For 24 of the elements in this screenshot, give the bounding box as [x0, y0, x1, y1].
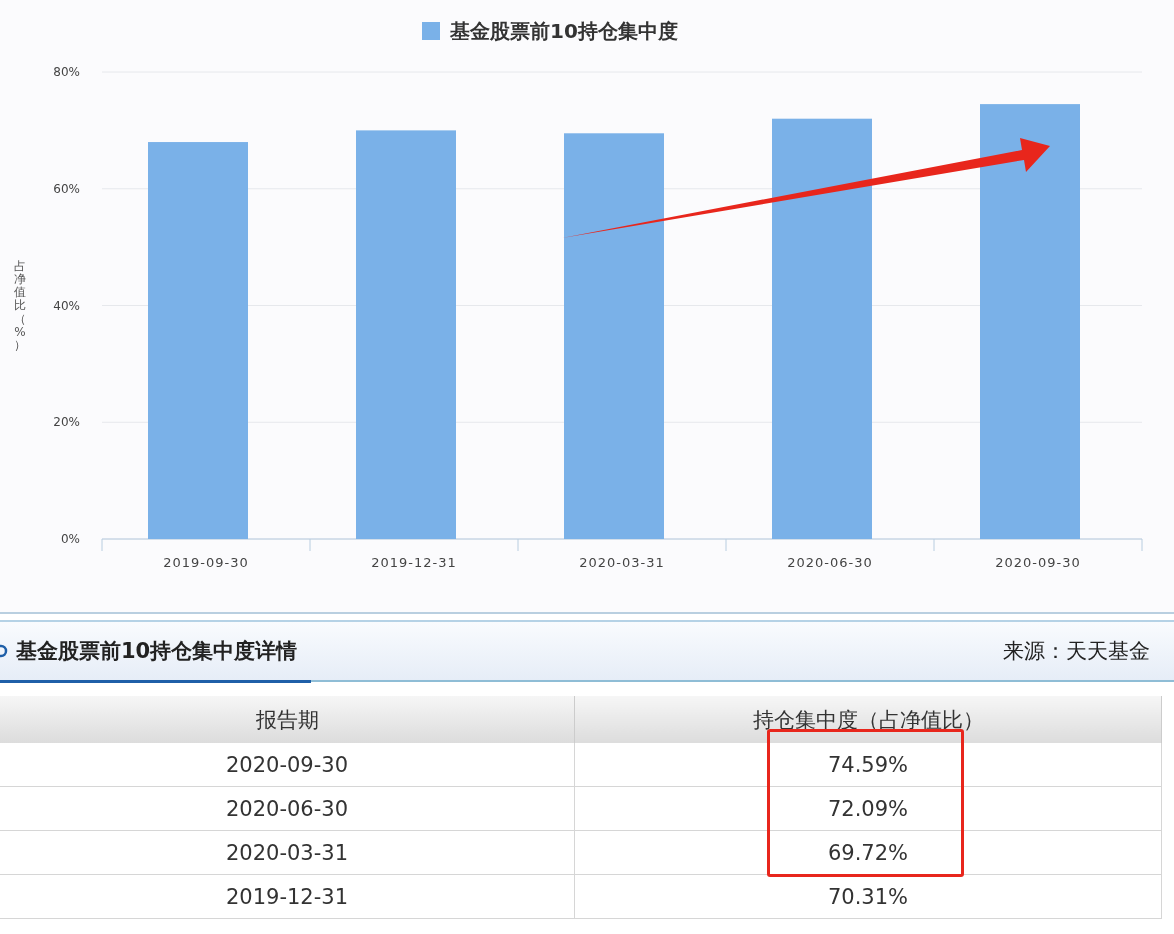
section-title: 基金股票前10持仓集中度详情: [16, 637, 298, 665]
y-tick-label: 40%: [53, 298, 80, 313]
y-tick-label: 0%: [60, 532, 80, 546]
y-tick-label: 80%: [53, 65, 80, 79]
x-tick-label: 2019-12-31: [371, 555, 457, 570]
y-tick-label: 60%: [53, 181, 80, 196]
x-tick-label: 2020-06-30: [787, 555, 873, 570]
y-axis-title: 占净值比（%）: [14, 259, 26, 353]
y-tick-label: 20%: [53, 415, 80, 430]
table-cell: 74.59%: [574, 743, 1162, 787]
table-cell: 2020-03-31: [0, 830, 575, 875]
table-cell: 72.09%: [574, 786, 1162, 831]
table-cell: 2020-09-30: [0, 743, 575, 787]
x-tick-label: 2020-03-31: [579, 555, 665, 570]
table-cell: 70.31%: [574, 874, 1162, 919]
x-tick-label: 2019-09-30: [163, 555, 249, 570]
source-label: 来源：天天基金: [1003, 638, 1150, 665]
column-header: 持仓集中度（占净值比）: [574, 696, 1162, 743]
column-header: 报告期: [0, 696, 575, 743]
table-cell: 2020-06-30: [0, 786, 575, 831]
table-cell: 69.72%: [574, 830, 1162, 875]
legend-item[interactable]: 基金股票前10持仓集中度: [422, 19, 678, 43]
x-tick-label: 2020-09-30: [995, 555, 1081, 570]
table-cell: 2019-12-31: [0, 874, 575, 919]
